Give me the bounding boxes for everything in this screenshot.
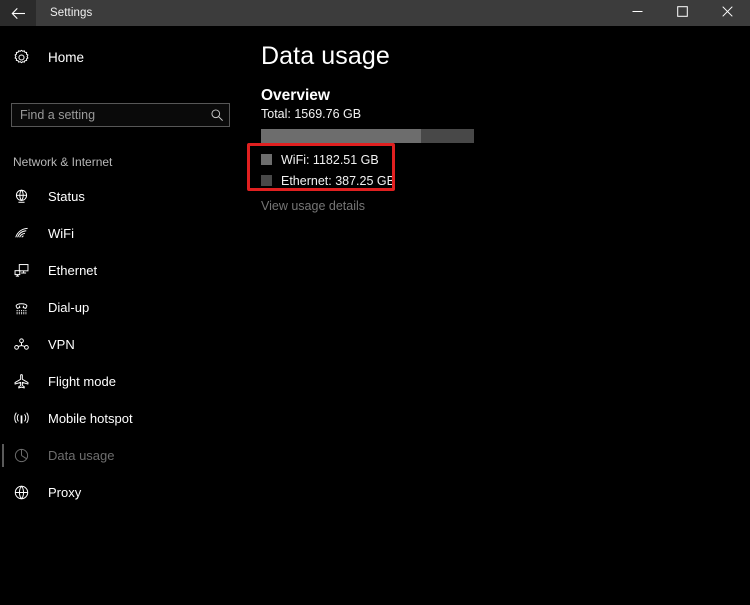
sidebar-section-header: Network & Internet bbox=[13, 155, 113, 169]
sidebar-item-dialup-label: Dial-up bbox=[48, 300, 90, 315]
globe-proxy-icon bbox=[13, 484, 43, 501]
sidebar-item-ethernet[interactable]: Ethernet bbox=[0, 252, 243, 289]
close-icon bbox=[722, 4, 733, 22]
gear-icon bbox=[13, 49, 43, 66]
sidebar-item-vpn-label: VPN bbox=[48, 337, 75, 352]
maximize-icon bbox=[677, 4, 688, 22]
overview-heading: Overview bbox=[261, 87, 330, 104]
vpn-icon bbox=[13, 336, 43, 353]
sidebar-item-flight-mode[interactable]: Flight mode bbox=[0, 363, 243, 400]
legend-swatch-ethernet bbox=[261, 175, 272, 186]
window-title: Settings bbox=[50, 7, 93, 19]
sidebar-item-home-label: Home bbox=[48, 49, 85, 65]
ethernet-icon bbox=[13, 262, 43, 279]
sidebar-item-status[interactable]: Status bbox=[0, 178, 243, 215]
legend-swatch-wifi bbox=[261, 154, 272, 165]
search-icon[interactable] bbox=[205, 108, 229, 122]
selection-indicator bbox=[2, 444, 4, 467]
legend-label-wifi: WiFi: 1182.51 GB bbox=[281, 152, 379, 167]
pie-chart-icon bbox=[13, 447, 43, 464]
sidebar-item-data-usage[interactable]: Data usage bbox=[0, 437, 243, 474]
sidebar: Home Find a setting Network & Internet S… bbox=[0, 26, 243, 605]
minimize-button[interactable] bbox=[615, 0, 660, 26]
minimize-icon bbox=[632, 4, 643, 22]
close-button[interactable] bbox=[705, 0, 750, 26]
sidebar-item-proxy-label: Proxy bbox=[48, 485, 82, 500]
sidebar-item-wifi[interactable]: WiFi bbox=[0, 215, 243, 252]
legend-item-ethernet: Ethernet: 387.25 GB bbox=[261, 170, 395, 191]
hotspot-icon bbox=[13, 410, 43, 427]
usage-bar-segment-wifi bbox=[261, 129, 422, 143]
back-arrow-icon bbox=[11, 7, 26, 20]
title-bar: Settings bbox=[0, 0, 750, 26]
legend-label-ethernet: Ethernet: 387.25 GB bbox=[281, 173, 395, 188]
sidebar-item-data-usage-label: Data usage bbox=[48, 448, 115, 463]
search-input-placeholder: Find a setting bbox=[20, 108, 96, 122]
usage-bar-chart bbox=[261, 129, 474, 143]
legend-item-wifi: WiFi: 1182.51 GB bbox=[261, 149, 395, 170]
back-button[interactable] bbox=[0, 0, 36, 26]
settings-window: Settings Home Find a setting Network & I… bbox=[0, 0, 750, 605]
usage-legend: WiFi: 1182.51 GB Ethernet: 387.25 GB bbox=[261, 149, 395, 191]
sidebar-item-mobile-hotspot[interactable]: Mobile hotspot bbox=[0, 400, 243, 437]
page-title: Data usage bbox=[261, 42, 390, 70]
sidebar-item-home[interactable]: Home bbox=[0, 40, 243, 74]
sidebar-item-dialup[interactable]: Dial-up bbox=[0, 289, 243, 326]
sidebar-item-mobile-hotspot-label: Mobile hotspot bbox=[48, 411, 133, 426]
total-usage-label: Total: 1569.76 GB bbox=[261, 107, 362, 121]
view-usage-details-link[interactable]: View usage details bbox=[261, 199, 365, 213]
airplane-icon bbox=[13, 373, 43, 390]
sidebar-nav-list: Status WiFi Ethernet Dial-up VPN Flight … bbox=[0, 178, 243, 511]
sidebar-item-flight-mode-label: Flight mode bbox=[48, 374, 116, 389]
dialup-phone-icon bbox=[13, 299, 43, 316]
sidebar-item-wifi-label: WiFi bbox=[48, 226, 74, 241]
sidebar-item-status-label: Status bbox=[48, 189, 85, 204]
main-content: Data usage Overview Total: 1569.76 GB Wi… bbox=[243, 26, 750, 605]
sidebar-item-proxy[interactable]: Proxy bbox=[0, 474, 243, 511]
sidebar-item-vpn[interactable]: VPN bbox=[0, 326, 243, 363]
usage-bar-segment-ethernet bbox=[421, 129, 474, 143]
titlebar-spacer bbox=[92, 0, 615, 26]
caption-button-group bbox=[615, 0, 750, 26]
sidebar-item-ethernet-label: Ethernet bbox=[48, 263, 98, 278]
globe-status-icon bbox=[13, 188, 43, 205]
wifi-icon bbox=[13, 225, 43, 242]
search-input[interactable]: Find a setting bbox=[11, 103, 230, 127]
maximize-button[interactable] bbox=[660, 0, 705, 26]
